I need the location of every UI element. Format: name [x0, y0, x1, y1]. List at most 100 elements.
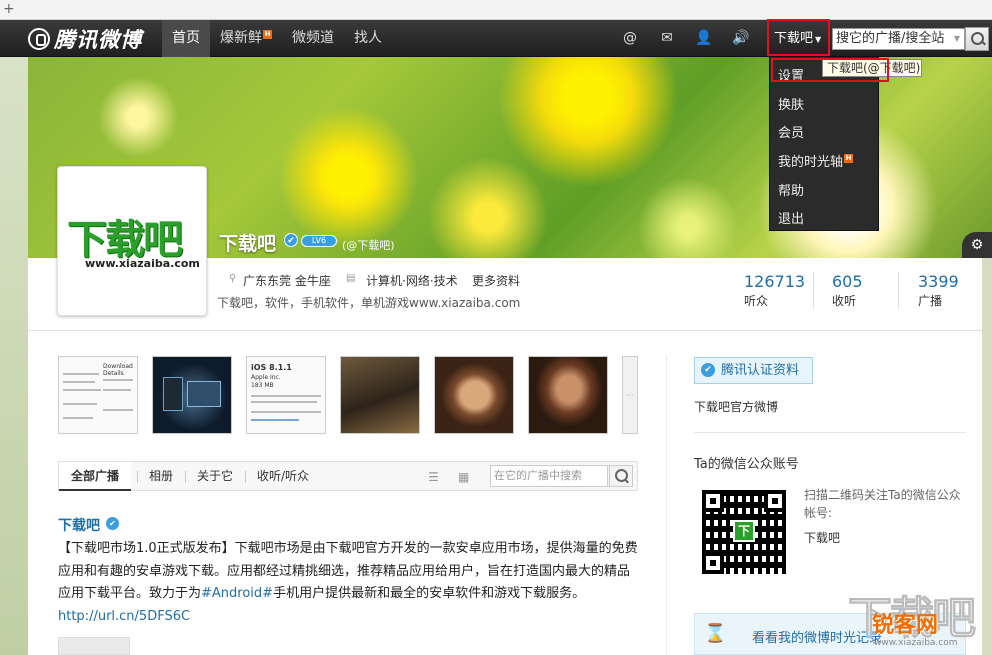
speaker-icon[interactable]: 🔊: [732, 29, 750, 47]
nav-find-label: 找人: [354, 30, 382, 46]
stat-label: 广播: [918, 294, 943, 308]
post-text: 手机用户提供最新和最全的安卓软件和游戏下载服务。: [273, 586, 586, 601]
briefcase-icon: ▤: [346, 273, 356, 284]
post-search-input[interactable]: 在它的广播中搜索: [490, 465, 608, 487]
hot-badge: H: [263, 30, 272, 39]
nav-channel-label: 微频道: [292, 30, 334, 46]
post-body: 【下载吧市场1.0正式版发布】下载吧市场是由下载吧官方开发的一款安卓应用市场，提…: [58, 538, 640, 628]
profile-divider: [28, 330, 982, 331]
post-author-link[interactable]: 下载吧: [58, 515, 100, 535]
wechat-account-name: 下载吧: [804, 531, 841, 545]
post-url-link[interactable]: http://url.cn/5DFS6C: [58, 609, 190, 624]
photo-thumbnail[interactable]: [528, 356, 608, 434]
photo-thumbnail[interactable]: [152, 356, 232, 434]
global-search-input[interactable]: 搜它的广播/搜全站 ▼: [832, 28, 965, 50]
menu-item-skin[interactable]: 换肤: [778, 94, 804, 113]
nav-channel[interactable]: 微频道: [282, 20, 344, 57]
stat-value: 126713: [744, 272, 806, 291]
profile-job: 计算机·网络·技术: [366, 274, 458, 288]
post-image-thumbnail[interactable]: [58, 637, 130, 655]
qr-logo-icon: 下: [733, 520, 755, 542]
qr-finder: [764, 490, 786, 512]
nav-find-people[interactable]: 找人: [344, 20, 392, 57]
stat-posts[interactable]: 3399 广播: [918, 272, 959, 309]
menu-item-timeline[interactable]: 我的时光轴 H: [778, 151, 854, 170]
search-scope-chevron-icon[interactable]: ▼: [954, 29, 960, 49]
verified-icon[interactable]: ✔: [284, 233, 298, 247]
list-view-icon[interactable]: ☰: [428, 470, 439, 484]
sidebar-separator: [694, 432, 966, 433]
thumb-doc-title: Download Details: [103, 363, 133, 377]
tencent-weibo-logo[interactable]: 腾讯微博: [28, 27, 142, 52]
nav-fresh[interactable]: 爆新鲜 H: [210, 20, 282, 57]
post-search-button[interactable]: [609, 465, 633, 487]
new-tab-icon[interactable]: +: [3, 1, 15, 17]
location-pin-icon: ⚲: [229, 273, 237, 284]
post-hashtag-link[interactable]: #Android#: [201, 586, 273, 601]
stat-value: 3399: [918, 272, 959, 291]
nav-home[interactable]: 首页: [162, 20, 210, 57]
stat-divider: [813, 272, 814, 308]
user-icon[interactable]: 👤: [695, 29, 713, 47]
photo-thumbnail[interactable]: [434, 356, 514, 434]
hourglass-icon: ⌛: [704, 623, 727, 644]
stat-label: 听众: [744, 294, 769, 308]
qr-finder: [702, 490, 724, 512]
weibo-logo-icon: [28, 28, 50, 50]
photo-thumbnail[interactable]: iOS 8.1.1 Apple Inc. 183 MB: [246, 356, 326, 434]
avatar-url: www.xiazaiba.com: [85, 257, 200, 270]
mail-icon[interactable]: ✉: [658, 29, 676, 47]
stat-label: 收听: [832, 294, 857, 308]
nav-home-label: 首页: [172, 30, 200, 46]
nav-fresh-label: 爆新鲜: [220, 30, 262, 46]
calendar-icon[interactable]: ▦: [458, 470, 469, 484]
browser-tab-strip: +: [0, 0, 992, 20]
logo-text: 腾讯微博: [54, 28, 142, 52]
highlight-box-settings: [771, 58, 889, 82]
stat-value: 605: [832, 272, 863, 291]
gear-icon[interactable]: ⚙: [962, 232, 992, 258]
profile-name: 下载吧: [219, 233, 277, 255]
search-input-value: 搜它的广播/搜全站: [836, 31, 945, 46]
tab-follow[interactable]: 收听/听众: [245, 462, 321, 490]
menu-item-timeline-label: 我的时光轴: [778, 155, 844, 170]
stat-followers[interactable]: 126713 听众: [744, 272, 805, 309]
thumb-doc-line: Apple Inc.: [251, 374, 281, 381]
menu-item-vip[interactable]: 会员: [778, 122, 804, 141]
search-button[interactable]: [965, 27, 989, 51]
profile-location: 广东东莞 金牛座: [243, 274, 331, 288]
photo-thumbnail[interactable]: [340, 356, 420, 434]
photo-thumbnail[interactable]: Download Details: [58, 356, 138, 434]
at-icon[interactable]: @: [621, 29, 639, 47]
watermark-text: 锐客网: [872, 613, 939, 638]
menu-item-logout[interactable]: 退出: [778, 208, 804, 227]
official-weibo-text: 下载吧官方微博: [694, 400, 779, 414]
profile-handle: (@下载吧): [342, 239, 395, 252]
wechat-section-title: Ta的微信公众账号: [694, 457, 799, 472]
highlight-box-account: [767, 19, 830, 56]
wechat-description: 扫描二维码关注Ta的微信公众帐号:: [804, 488, 961, 520]
page-background-right: [982, 258, 992, 655]
tab-about[interactable]: 关于它: [185, 462, 245, 490]
page-background-left: [0, 57, 28, 655]
tab-album[interactable]: 相册: [137, 462, 185, 490]
level-badge[interactable]: LV6: [301, 235, 337, 247]
main-nav: 首页 爆新鲜 H 微频道 找人: [162, 20, 392, 57]
stat-divider: [898, 272, 899, 308]
tab-all-posts[interactable]: 全部广播: [59, 462, 132, 491]
menu-item-help[interactable]: 帮助: [778, 180, 804, 199]
account-dropdown-menu: 设置 换肤 会员 我的时光轴 H 帮助 退出: [769, 56, 879, 231]
thumb-doc-title: iOS 8.1.1: [251, 363, 292, 372]
verified-icon: ✔: [701, 363, 715, 377]
sidebar-divider: [666, 355, 667, 655]
qr-finder: [702, 552, 724, 574]
stat-following[interactable]: 605 收听: [832, 272, 863, 309]
hot-badge: H: [844, 154, 854, 163]
profile-bio: 下载吧，软件，手机软件，单机游戏www.xiazaiba.com: [217, 296, 521, 310]
avatar[interactable]: 下载吧 www.xiazaiba.com: [57, 166, 207, 316]
more-info-link[interactable]: 更多资料: [472, 272, 520, 289]
thumb-doc-line: 183 MB: [251, 382, 274, 389]
watermark-url: www.xiazaiba.com: [874, 638, 958, 648]
thumbnail-scroll-handle[interactable]: ···: [622, 356, 638, 434]
verified-icon: ✔: [106, 517, 119, 530]
